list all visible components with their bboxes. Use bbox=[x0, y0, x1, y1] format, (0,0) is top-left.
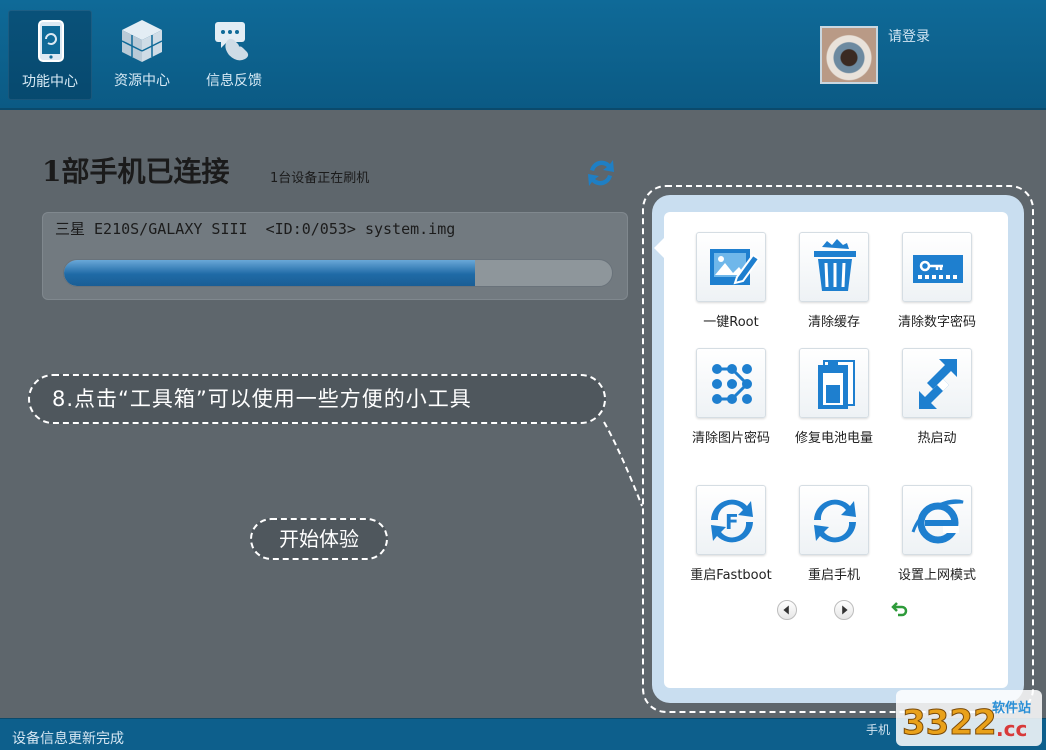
next-page-icon bbox=[842, 605, 848, 615]
fastboot-refresh-icon: F bbox=[711, 499, 753, 543]
device-status-card: 三星 E210S/GALAXY SIII <ID:0/053> system.i… bbox=[42, 212, 628, 300]
user-avatar[interactable] bbox=[820, 26, 878, 84]
login-link[interactable]: 请登录 bbox=[888, 26, 930, 46]
nav-label: 信息反馈 bbox=[206, 73, 262, 89]
tool-hot-restart[interactable]: 热启动 bbox=[889, 348, 985, 446]
tool-network-mode[interactable]: 设置上网模式 bbox=[889, 485, 985, 583]
numeric-password-icon bbox=[913, 255, 963, 283]
tool-label: 修复电池电量 bbox=[794, 431, 873, 446]
prev-page-button[interactable] bbox=[777, 600, 797, 620]
phone-refresh-icon bbox=[38, 20, 64, 62]
flashing-note: 1台设备正在刷机 bbox=[270, 171, 370, 186]
tip-callout: 8.点击“工具箱”可以使用一些方便的小工具 bbox=[28, 374, 606, 424]
status-bar: 设备信息更新完成 手机 bbox=[0, 718, 1046, 750]
site-watermark-logo: 3322 软件站 .cc bbox=[896, 690, 1042, 746]
svg-text:.cc: .cc bbox=[996, 717, 1027, 741]
ie-browser-icon bbox=[911, 499, 964, 544]
next-page-button[interactable] bbox=[834, 600, 854, 620]
prev-page-icon bbox=[783, 605, 789, 615]
nav-item-feedback[interactable]: 信息反馈 bbox=[192, 10, 276, 100]
svg-text:3322: 3322 bbox=[902, 703, 997, 743]
tool-label: 重启手机 bbox=[807, 568, 860, 583]
start-experience-button[interactable]: 开始体验 bbox=[250, 518, 388, 560]
tool-button[interactable] bbox=[799, 232, 869, 302]
flash-progress-bar bbox=[63, 259, 613, 287]
connected-title: 1部手机已连接 bbox=[42, 155, 230, 188]
tool-button[interactable] bbox=[696, 348, 766, 418]
device-info-line: 三星 E210S/GALAXY SIII <ID:0/053> system.i… bbox=[55, 220, 456, 238]
nav-label: 资源中心 bbox=[114, 73, 170, 89]
tool-label: 清除数字密码 bbox=[897, 315, 976, 330]
toolbox-pointer bbox=[654, 236, 666, 260]
chat-phone-icon bbox=[215, 22, 249, 61]
tool-button[interactable] bbox=[902, 348, 972, 418]
tool-label: 设置上网模式 bbox=[897, 568, 976, 583]
tool-repair-battery[interactable]: 修复电池电量 bbox=[786, 348, 882, 446]
tool-one-click-root[interactable]: 一键Root bbox=[683, 232, 779, 330]
svg-text:软件站: 软件站 bbox=[992, 700, 1031, 716]
nav-item-resource-center[interactable]: 资源中心 bbox=[100, 10, 184, 100]
tool-button[interactable] bbox=[902, 232, 972, 302]
tool-clear-cache[interactable]: 清除缓存 bbox=[786, 232, 882, 330]
refresh-icon bbox=[814, 499, 856, 543]
tool-label: 清除缓存 bbox=[807, 315, 860, 330]
cubes-icon bbox=[121, 20, 163, 62]
nav-item-function-center[interactable]: 功能中心 bbox=[8, 10, 92, 100]
nav-label: 功能中心 bbox=[22, 74, 78, 90]
flash-progress-fill bbox=[64, 260, 475, 286]
top-navigation-bar: 功能中心 资源中心 信息反馈 请登录 bbox=[0, 0, 1046, 110]
tool-label: 清除图片密码 bbox=[691, 431, 770, 446]
tool-clear-numeric-password[interactable]: 清除数字密码 bbox=[889, 232, 985, 330]
pattern-lock-icon bbox=[712, 364, 752, 404]
back-icon[interactable] bbox=[891, 599, 909, 617]
tool-button[interactable] bbox=[902, 485, 972, 555]
tool-label: 一键Root bbox=[703, 315, 759, 330]
trash-icon bbox=[814, 239, 856, 291]
callout-connector bbox=[603, 421, 643, 507]
tool-label: 热启动 bbox=[917, 431, 957, 446]
tool-clear-pattern-password[interactable]: 清除图片密码 bbox=[683, 348, 779, 446]
tool-button[interactable] bbox=[799, 348, 869, 418]
tool-reboot-fastboot[interactable]: F 重启Fastboot bbox=[683, 485, 779, 583]
svg-text:F: F bbox=[725, 510, 739, 534]
tool-label: 重启Fastboot bbox=[690, 568, 772, 583]
root-edit-icon bbox=[710, 249, 761, 285]
tool-button[interactable]: F bbox=[696, 485, 766, 555]
battery-icon bbox=[818, 360, 855, 409]
refresh-devices-icon[interactable] bbox=[584, 152, 618, 194]
tool-button[interactable] bbox=[799, 485, 869, 555]
tool-reboot-phone[interactable]: 重启手机 bbox=[786, 485, 882, 583]
tool-button[interactable] bbox=[696, 232, 766, 302]
status-message: 设备信息更新完成 bbox=[12, 731, 124, 747]
hot-restart-icon bbox=[919, 359, 957, 409]
status-right-text: 手机 bbox=[866, 723, 891, 737]
